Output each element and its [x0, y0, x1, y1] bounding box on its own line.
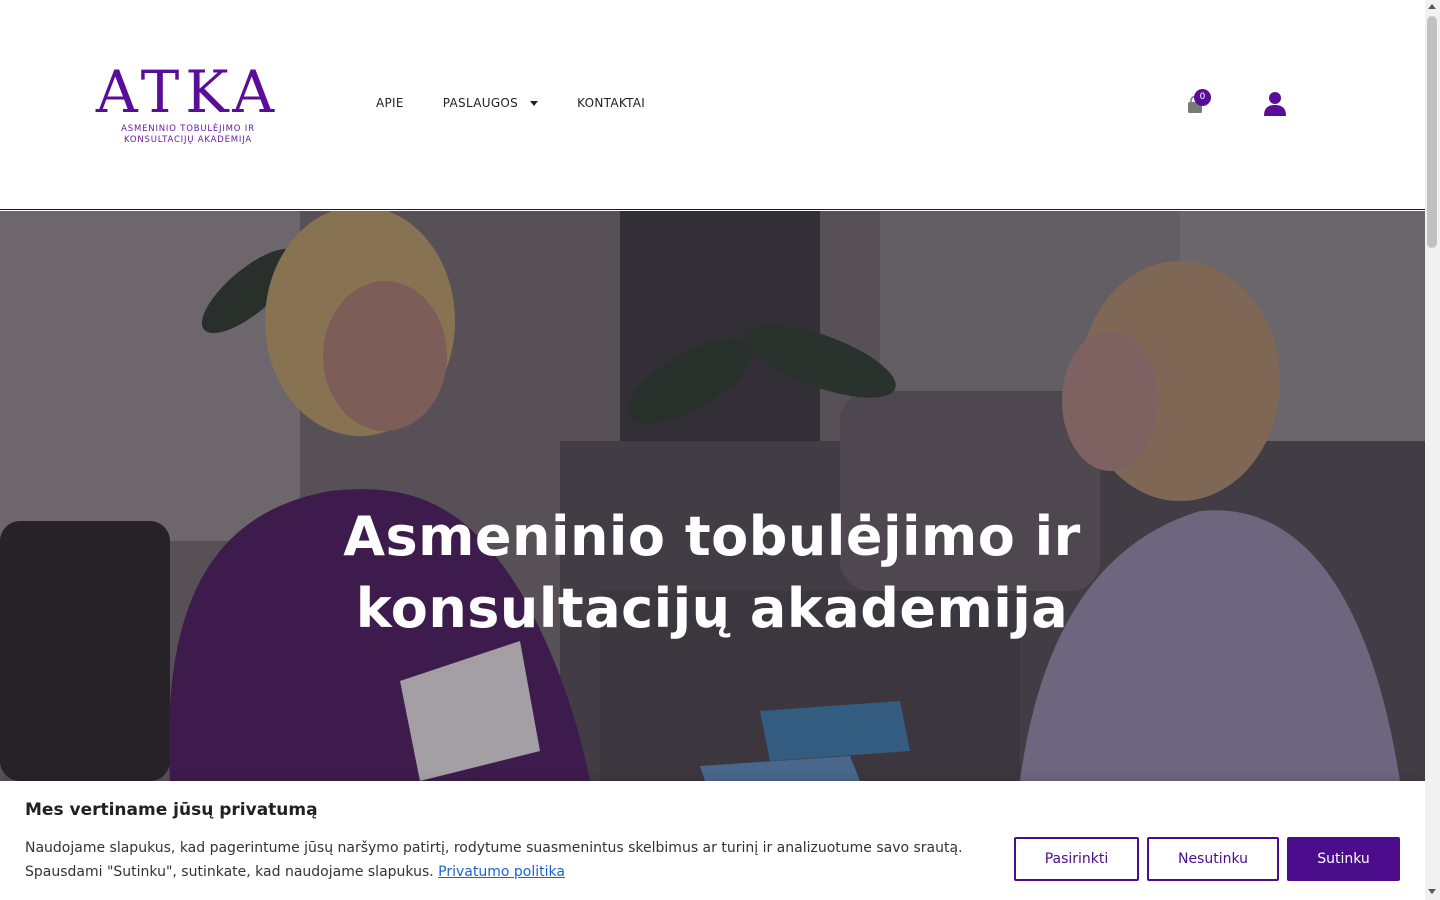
- nav-item-label: KONTAKTAI: [577, 96, 646, 110]
- hero-title: Asmeninio tobulėjimo ir konsultacijų aka…: [312, 501, 1112, 645]
- hero-title-line2: konsultacijų akademija: [355, 577, 1069, 640]
- logo-subtitle-line2: KONSULTACIJŲ AKADEMIJA: [124, 135, 252, 145]
- main-navigation: APIE PASLAUGOS KONTAKTAI: [376, 96, 684, 110]
- cookie-text-line1: Naudojame slapukus, kad pagerintume jūsų…: [25, 840, 963, 856]
- nav-item-label: PASLAUGOS: [442, 96, 519, 110]
- user-icon[interactable]: [1264, 91, 1286, 117]
- cookie-consent-banner: Mes vertiname jūsų privatumą Naudojame s…: [0, 781, 1425, 900]
- cookie-banner-title: Mes vertiname jūsų privatumą: [25, 800, 318, 820]
- nav-item-kontaktai[interactable]: KONTAKTAI: [577, 96, 645, 110]
- site-logo[interactable]: ATKA ASMENINIO TOBULĖJIMO IR KONSULTACIJ…: [88, 62, 288, 154]
- page-scrollbar[interactable]: [1425, 0, 1440, 900]
- caret-down-icon: [530, 100, 539, 106]
- hero-section: Asmeninio tobulėjimo ir konsultacijų aka…: [0, 211, 1425, 781]
- hero-title-line1: Asmeninio tobulėjimo ir: [343, 505, 1081, 568]
- scrollbar-thumb[interactable]: [1427, 16, 1437, 248]
- hero-background-image: [0, 211, 1425, 781]
- nav-item-label: APIE: [376, 96, 404, 110]
- nav-item-apie[interactable]: APIE: [376, 96, 404, 110]
- scroll-up-arrow-icon[interactable]: [1428, 4, 1436, 9]
- scroll-down-arrow-icon[interactable]: [1428, 889, 1436, 894]
- logo-wordmark: ATKA: [95, 58, 281, 126]
- cookie-text-line2: Spausdami "Sutinku", sutinkate, kad naud…: [25, 864, 434, 880]
- privacy-policy-link[interactable]: Privatumo politika: [438, 864, 565, 880]
- cart-count-badge: 0: [1194, 89, 1211, 106]
- customize-cookies-button[interactable]: Pasirinkti: [1014, 837, 1139, 881]
- nav-item-paslaugos[interactable]: PASLAUGOS: [442, 96, 539, 110]
- cookie-banner-text: Naudojame slapukus, kad pagerintume jūsų…: [25, 836, 985, 884]
- site-header: ATKA ASMENINIO TOBULĖJIMO IR KONSULTACIJ…: [0, 0, 1425, 210]
- reject-cookies-button[interactable]: Nesutinku: [1147, 837, 1279, 881]
- accept-cookies-button[interactable]: Sutinku: [1287, 837, 1400, 881]
